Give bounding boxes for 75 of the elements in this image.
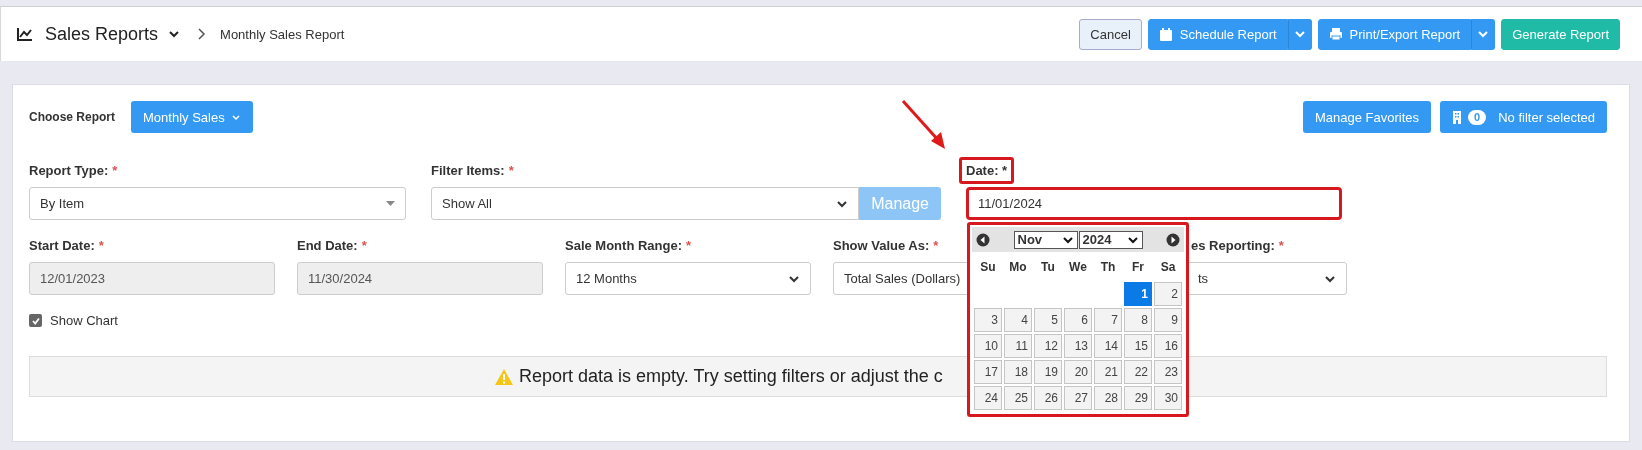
day-cell[interactable]: 24	[974, 386, 1002, 410]
weekday-label: Su	[979, 259, 997, 276]
day-cell[interactable]: 18	[1004, 360, 1032, 384]
building-icon	[1452, 110, 1463, 124]
caret-down-icon	[386, 201, 395, 206]
select-field[interactable]: 12 Months	[565, 262, 811, 295]
chevron-down-icon	[230, 112, 241, 122]
day-cell[interactable]: 23	[1154, 360, 1182, 384]
field-label: Sale Month Range: *	[565, 237, 692, 254]
line-chart-icon	[17, 27, 33, 41]
weekday-label: Sa	[1159, 259, 1177, 276]
day-cell[interactable]: 28	[1094, 386, 1122, 410]
chevron-down-icon	[1477, 28, 1490, 40]
field-label: Date: *	[959, 157, 1015, 184]
day-cell[interactable]: 20	[1064, 360, 1092, 384]
day-cell[interactable]: 6	[1064, 308, 1092, 332]
dropdown-toggle[interactable]	[1287, 18, 1312, 50]
day-cell[interactable]: 15	[1124, 334, 1152, 358]
checkbox-label: Show Chart	[50, 313, 118, 328]
select-field[interactable]: Show All	[431, 187, 860, 220]
day-cell[interactable]: 8	[1124, 308, 1152, 332]
date-input[interactable]: 11/01/2024	[966, 187, 1342, 220]
weekday-label: Tu	[1040, 259, 1056, 276]
day-cell[interactable]: 25	[1004, 386, 1032, 410]
day-cell[interactable]: 16	[1154, 334, 1182, 358]
field-label: Show Value As: *	[833, 237, 939, 254]
warning-icon	[494, 367, 514, 386]
day-cell[interactable]: 1	[1124, 282, 1152, 306]
weekday-label: Fr	[1131, 259, 1145, 276]
year-select[interactable]: 2024	[1078, 230, 1143, 249]
day-cell[interactable]: 26	[1034, 386, 1062, 410]
dropdown-toggle[interactable]	[1471, 18, 1496, 50]
weekday-label: Mo	[1008, 259, 1028, 276]
annotation-arrow	[901, 100, 945, 149]
day-cell[interactable]: 30	[1154, 386, 1182, 410]
day-cell[interactable]: 19	[1034, 360, 1062, 384]
checkmark-icon	[30, 315, 41, 326]
field-label: Report Type: *	[29, 162, 118, 179]
day-cell[interactable]: 12	[1034, 334, 1062, 358]
day-cell[interactable]: 11	[1004, 334, 1032, 358]
day-cell[interactable]: 9	[1154, 308, 1182, 332]
weekday-label: Th	[1099, 259, 1117, 276]
day-cell[interactable]: 5	[1034, 308, 1062, 332]
day-cell[interactable]: 3	[974, 308, 1002, 332]
day-cell[interactable]: 14	[1094, 334, 1122, 358]
month-select[interactable]: Nov	[1013, 230, 1078, 249]
calendar-icon	[1158, 27, 1173, 41]
printer-icon	[1328, 27, 1343, 41]
chevron-down-icon	[168, 28, 181, 40]
field-label: Start Date: *	[29, 237, 104, 254]
field-label: es Reporting: *	[1191, 237, 1284, 254]
field-label: End Date: *	[297, 237, 367, 254]
checkbox[interactable]	[29, 314, 42, 327]
chevron-down-icon	[1293, 28, 1306, 40]
report-button[interactable]: Cancel	[1079, 18, 1142, 50]
chevron-right-icon	[196, 28, 207, 40]
breadcrumb-item: Monthly Sales Report	[220, 26, 345, 42]
day-cell[interactable]: 7	[1094, 308, 1122, 332]
page-title: Sales Reports	[45, 23, 159, 45]
count-badge: 0	[1468, 109, 1487, 125]
select-field[interactable]: By Item	[29, 187, 406, 220]
day-cell[interactable]: 2	[1154, 282, 1182, 306]
day-cell[interactable]: 10	[974, 334, 1002, 358]
day-cell[interactable]: 22	[1124, 360, 1152, 384]
day-cell[interactable]: 4	[1004, 308, 1032, 332]
next-month-icon[interactable]	[1166, 232, 1180, 247]
previous-month-icon[interactable]	[976, 232, 990, 247]
day-cell[interactable]: 29	[1124, 386, 1152, 410]
choose-report-label: Choose Report	[29, 110, 115, 124]
day-cell[interactable]: 21	[1094, 360, 1122, 384]
day-cell[interactable]: 27	[1064, 386, 1092, 410]
empty-report-message: Report data is empty. Try setting filters or adjust the c	[519, 366, 943, 387]
day-cell[interactable]: 13	[1064, 334, 1092, 358]
day-cell[interactable]: 17	[974, 360, 1002, 384]
field-label: Filter Items: *	[431, 162, 514, 179]
